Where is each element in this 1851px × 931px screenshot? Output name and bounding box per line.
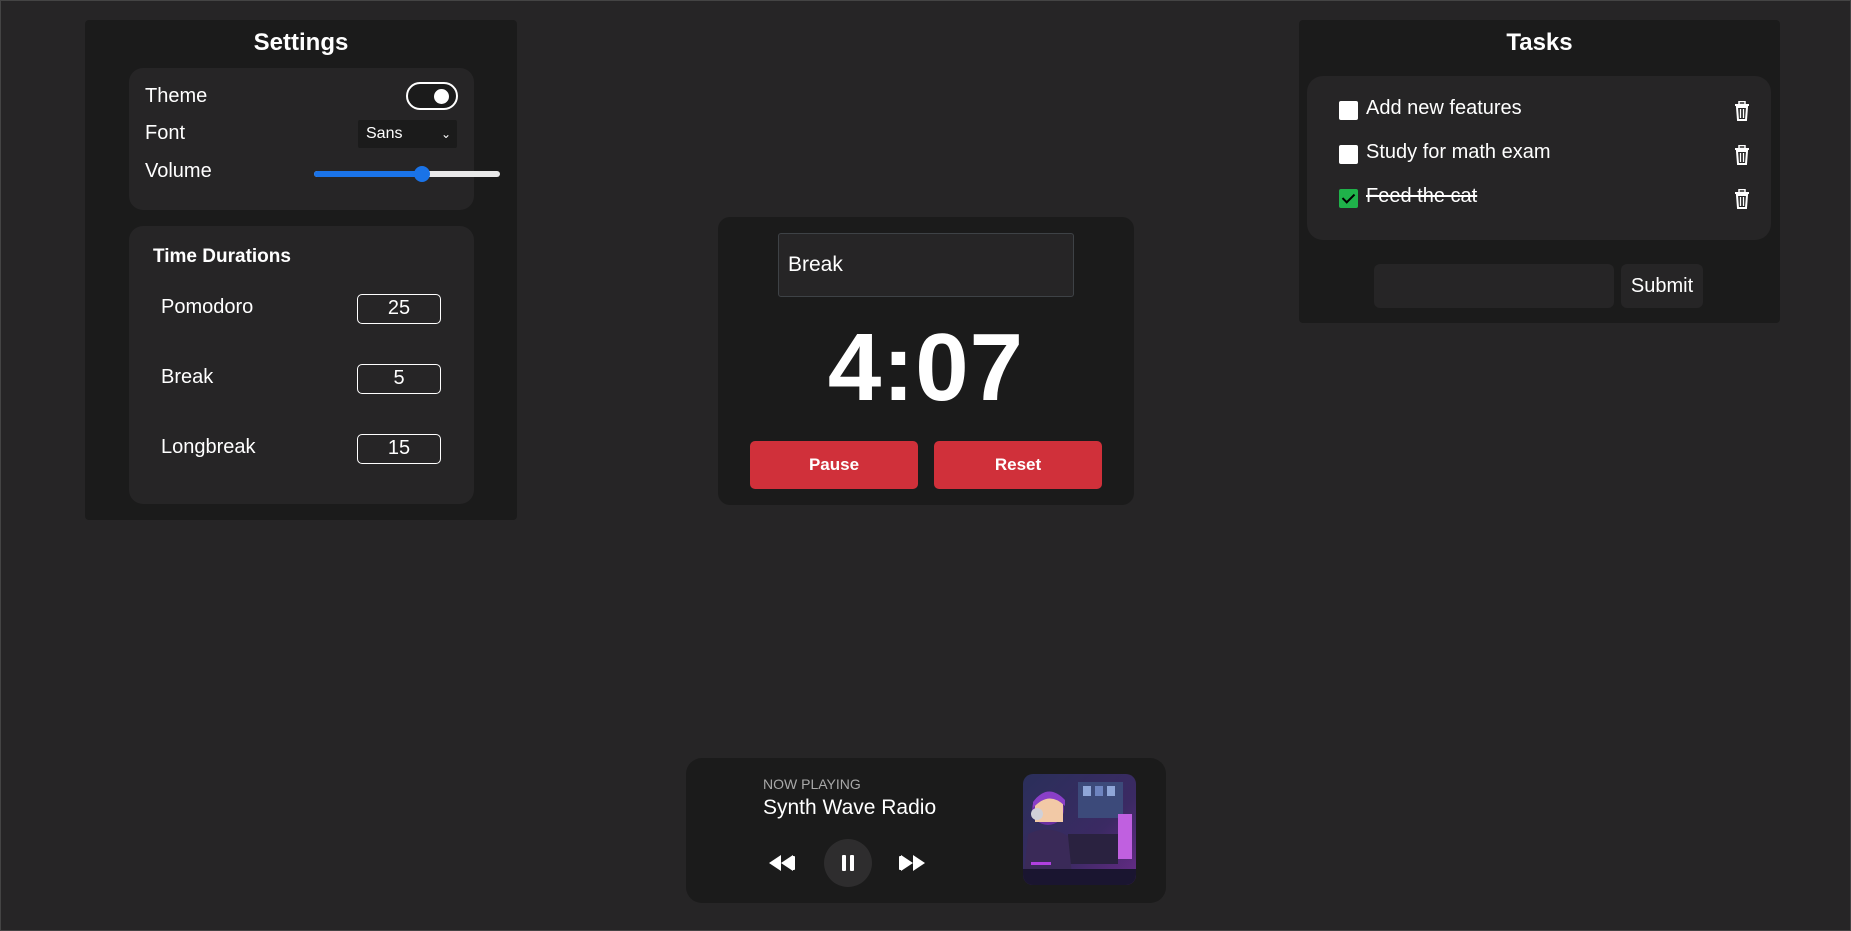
- station-title: Synth Wave Radio: [763, 796, 937, 819]
- task-item: Add new features: [1339, 96, 1749, 126]
- task-text: Add new features: [1366, 97, 1522, 119]
- theme-label: Theme: [145, 85, 208, 107]
- volume-slider-thumb[interactable]: [413, 166, 430, 182]
- timer-mode-field[interactable]: Break: [778, 233, 1074, 297]
- music-player: NOW PLAYING Synth Wave Radio: [686, 758, 1166, 903]
- trash-icon[interactable]: [1734, 101, 1750, 121]
- pause-button[interactable]: Pause: [750, 441, 918, 489]
- break-label: Break: [161, 366, 214, 388]
- time-durations-title: Time Durations: [153, 246, 291, 267]
- task-text: Study for math exam: [1366, 141, 1551, 163]
- toggle-knob: [434, 89, 449, 104]
- tasks-panel: Tasks Add new features Study for math ex…: [1299, 20, 1780, 323]
- rewind-icon[interactable]: [769, 855, 797, 871]
- task-list: Add new features Study for math exam Fee…: [1307, 76, 1771, 240]
- reset-button[interactable]: Reset: [934, 441, 1102, 489]
- theme-toggle[interactable]: [406, 82, 458, 110]
- new-task-input[interactable]: [1374, 264, 1614, 308]
- pause-icon[interactable]: [824, 839, 872, 887]
- chevron-down-icon: ⌄: [440, 127, 451, 141]
- submit-button[interactable]: Submit: [1621, 264, 1703, 308]
- settings-title: Settings: [253, 29, 349, 56]
- font-select[interactable]: Sans ⌄: [358, 120, 457, 148]
- fast-forward-icon[interactable]: [897, 855, 925, 871]
- time-durations-card: Time Durations Pomodoro 25 Break 5 Longb…: [129, 226, 474, 504]
- volume-label: Volume: [145, 160, 212, 182]
- trash-icon[interactable]: [1734, 145, 1750, 165]
- tasks-title: Tasks: [1506, 29, 1573, 56]
- settings-card: Theme Font Sans ⌄ Volume: [129, 68, 500, 210]
- longbreak-label: Longbreak: [161, 436, 256, 458]
- task-item: Feed the cat: [1339, 184, 1749, 214]
- volume-slider[interactable]: [314, 166, 500, 182]
- longbreak-input[interactable]: 15: [357, 434, 441, 464]
- timer-panel: Break 4:07 Pause Reset: [718, 217, 1134, 505]
- trash-icon[interactable]: [1734, 189, 1750, 209]
- settings-panel: Settings Theme Font Sans ⌄ Volume Time D…: [85, 20, 517, 520]
- album-cover-image: [1023, 774, 1136, 885]
- task-text: Feed the cat: [1366, 185, 1478, 207]
- font-select-value: Sans: [366, 125, 403, 142]
- break-input[interactable]: 5: [357, 364, 441, 394]
- task-checkbox[interactable]: [1339, 101, 1358, 120]
- font-label: Font: [145, 122, 186, 144]
- task-checkbox[interactable]: [1339, 145, 1358, 164]
- pomodoro-input[interactable]: 25: [357, 294, 441, 324]
- task-checkbox-checked[interactable]: [1339, 189, 1358, 208]
- pomodoro-label: Pomodoro: [161, 296, 254, 318]
- task-item: Study for math exam: [1339, 140, 1749, 170]
- now-playing-label: NOW PLAYING: [763, 776, 861, 792]
- volume-slider-fill: [314, 171, 422, 177]
- timer-display: 4:07: [827, 314, 1025, 421]
